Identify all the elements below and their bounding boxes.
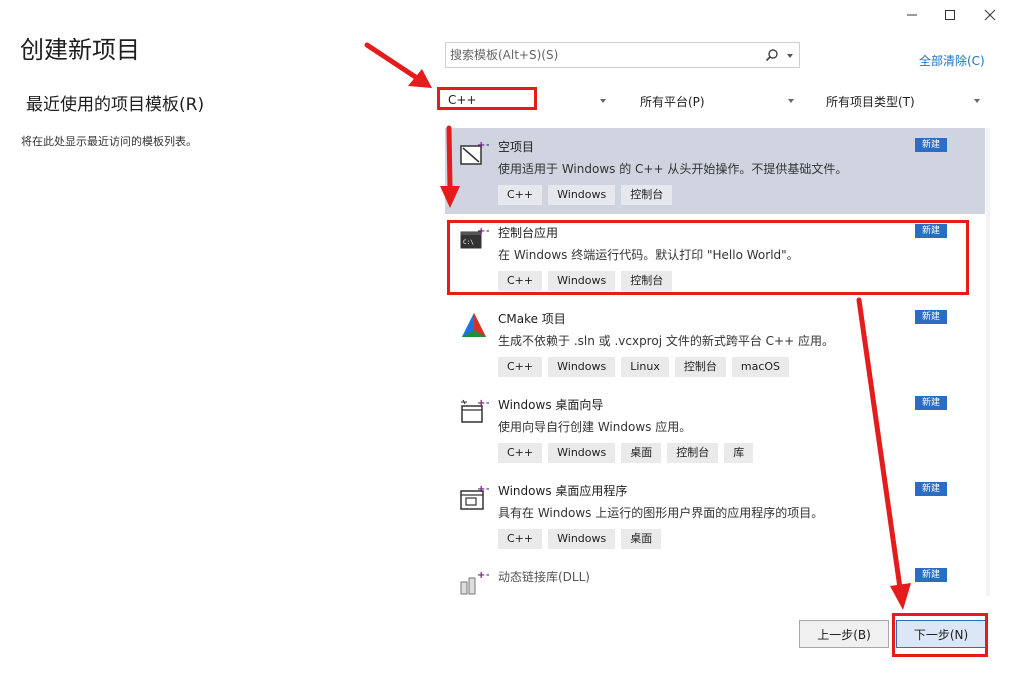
template-name: Windows 桌面应用程序	[498, 484, 628, 498]
template-description: 使用适用于 Windows 的 C++ 从头开始操作。不提供基础文件。	[498, 162, 848, 176]
tag-linux: Linux	[621, 357, 669, 377]
chevron-down-icon	[600, 99, 606, 103]
template-item-cmake-project[interactable]: CMake 项目 生成不依赖于 .sln 或 .vcxproj 文件的新式跨平台…	[445, 300, 985, 386]
tag-windows: Windows	[548, 185, 616, 205]
tag-cpp: C++	[498, 443, 543, 463]
tag-windows: Windows	[548, 357, 616, 377]
template-list-scrollbar[interactable]	[986, 128, 990, 596]
template-item-desktop-app[interactable]: ++ Windows 桌面应用程序 具有在 Windows 上运行的图形用户界面…	[445, 472, 985, 558]
project-type-filter-value: 所有项目类型(T)	[826, 95, 915, 109]
tag-cpp: C++	[498, 357, 543, 377]
template-tags: C++ Windows 桌面	[498, 529, 662, 549]
svg-text:++: ++	[477, 484, 489, 495]
template-tags: C++ Windows 控制台	[498, 271, 673, 291]
tag-desktop: 桌面	[621, 529, 662, 549]
template-tags: C++ Windows 桌面 控制台 库	[498, 443, 754, 463]
minimize-button[interactable]	[892, 0, 932, 30]
svg-text:C:\: C:\	[463, 239, 474, 246]
search-input[interactable]	[450, 45, 750, 65]
tag-library: 库	[724, 443, 754, 463]
svg-text:++: ++	[477, 570, 489, 581]
template-name: CMake 项目	[498, 312, 566, 326]
new-badge: 新建	[915, 568, 947, 582]
template-name: 控制台应用	[498, 226, 559, 240]
console-app-icon: C:\ ++	[460, 226, 489, 249]
maximize-button[interactable]	[930, 0, 970, 30]
platform-filter-select[interactable]: 所有平台(P)	[632, 90, 800, 112]
project-type-filter-select[interactable]: 所有项目类型(T)	[818, 90, 986, 112]
template-name: 空项目	[498, 140, 535, 154]
template-tags: C++ Windows 控制台	[498, 185, 673, 205]
minimize-icon	[907, 14, 917, 16]
template-search-box[interactable]	[445, 42, 800, 68]
template-list[interactable]: ++ 空项目 使用适用于 Windows 的 C++ 从头开始操作。不提供基础文…	[445, 128, 985, 596]
next-button[interactable]: 下一步(N)	[896, 620, 986, 648]
close-button[interactable]	[970, 0, 1010, 30]
svg-text:++: ++	[477, 140, 489, 151]
chevron-down-icon	[974, 99, 980, 103]
language-filter-value: C++	[448, 93, 477, 107]
clear-all-link[interactable]: 全部清除(C)	[919, 52, 985, 69]
tag-console: 控制台	[667, 443, 719, 463]
template-item-dll[interactable]: ++ 动态链接库(DLL) 新建	[445, 558, 985, 596]
template-description: 具有在 Windows 上运行的图形用户界面的应用程序的项目。	[498, 506, 824, 520]
new-badge: 新建	[915, 224, 947, 238]
page-title: 创建新项目	[20, 36, 140, 64]
template-name: Windows 桌面向导	[498, 398, 604, 412]
template-item-empty-project[interactable]: ++ 空项目 使用适用于 Windows 的 C++ 从头开始操作。不提供基础文…	[445, 128, 985, 214]
tag-desktop: 桌面	[621, 443, 662, 463]
template-description: 在 Windows 终端运行代码。默认打印 "Hello World"。	[498, 248, 799, 262]
platform-filter-value: 所有平台(P)	[640, 95, 705, 109]
tag-windows: Windows	[548, 271, 616, 291]
template-description: 使用向导自行创建 Windows 应用。	[498, 420, 692, 434]
desktop-wizard-icon: ++	[461, 398, 489, 423]
new-badge: 新建	[915, 138, 947, 152]
new-badge: 新建	[915, 482, 947, 496]
language-filter-select[interactable]: C++	[440, 90, 612, 112]
svg-text:++: ++	[477, 398, 489, 409]
search-dropdown-icon[interactable]	[787, 54, 793, 58]
maximize-icon	[945, 10, 955, 20]
chevron-down-icon	[788, 99, 794, 103]
empty-project-icon: ++	[460, 140, 489, 165]
recent-templates-heading: 最近使用的项目模板(R)	[26, 95, 205, 115]
annotation-arrow-to-language	[364, 42, 432, 88]
tag-console: 控制台	[621, 271, 673, 291]
template-name: 动态链接库(DLL)	[498, 570, 590, 584]
cmake-icon	[462, 313, 486, 337]
dll-icon: ++	[460, 570, 489, 595]
tag-console: 控制台	[674, 357, 726, 377]
close-icon	[984, 9, 996, 21]
recent-templates-empty-text: 将在此处显示最近访问的模板列表。	[21, 135, 197, 148]
new-badge: 新建	[915, 396, 947, 410]
new-badge: 新建	[915, 310, 947, 324]
tag-cpp: C++	[498, 529, 543, 549]
back-button[interactable]: 上一步(B)	[799, 620, 889, 648]
tag-windows: Windows	[548, 443, 616, 463]
tag-windows: Windows	[548, 529, 616, 549]
tag-cpp: C++	[498, 271, 543, 291]
search-icon[interactable]	[765, 47, 779, 66]
template-item-desktop-wizard[interactable]: ++ Windows 桌面向导 使用向导自行创建 Windows 应用。 C++…	[445, 386, 985, 472]
tag-macos: macOS	[731, 357, 790, 377]
desktop-app-icon: ++	[460, 484, 489, 510]
template-description: 生成不依赖于 .sln 或 .vcxproj 文件的新式跨平台 C++ 应用。	[498, 334, 834, 348]
tag-cpp: C++	[498, 185, 543, 205]
tag-console: 控制台	[621, 185, 673, 205]
template-item-console-app[interactable]: C:\ ++ 控制台应用 在 Windows 终端运行代码。默认打印 "Hell…	[445, 214, 985, 300]
template-tags: C++ Windows Linux 控制台 macOS	[498, 357, 790, 377]
svg-text:++: ++	[477, 226, 489, 237]
